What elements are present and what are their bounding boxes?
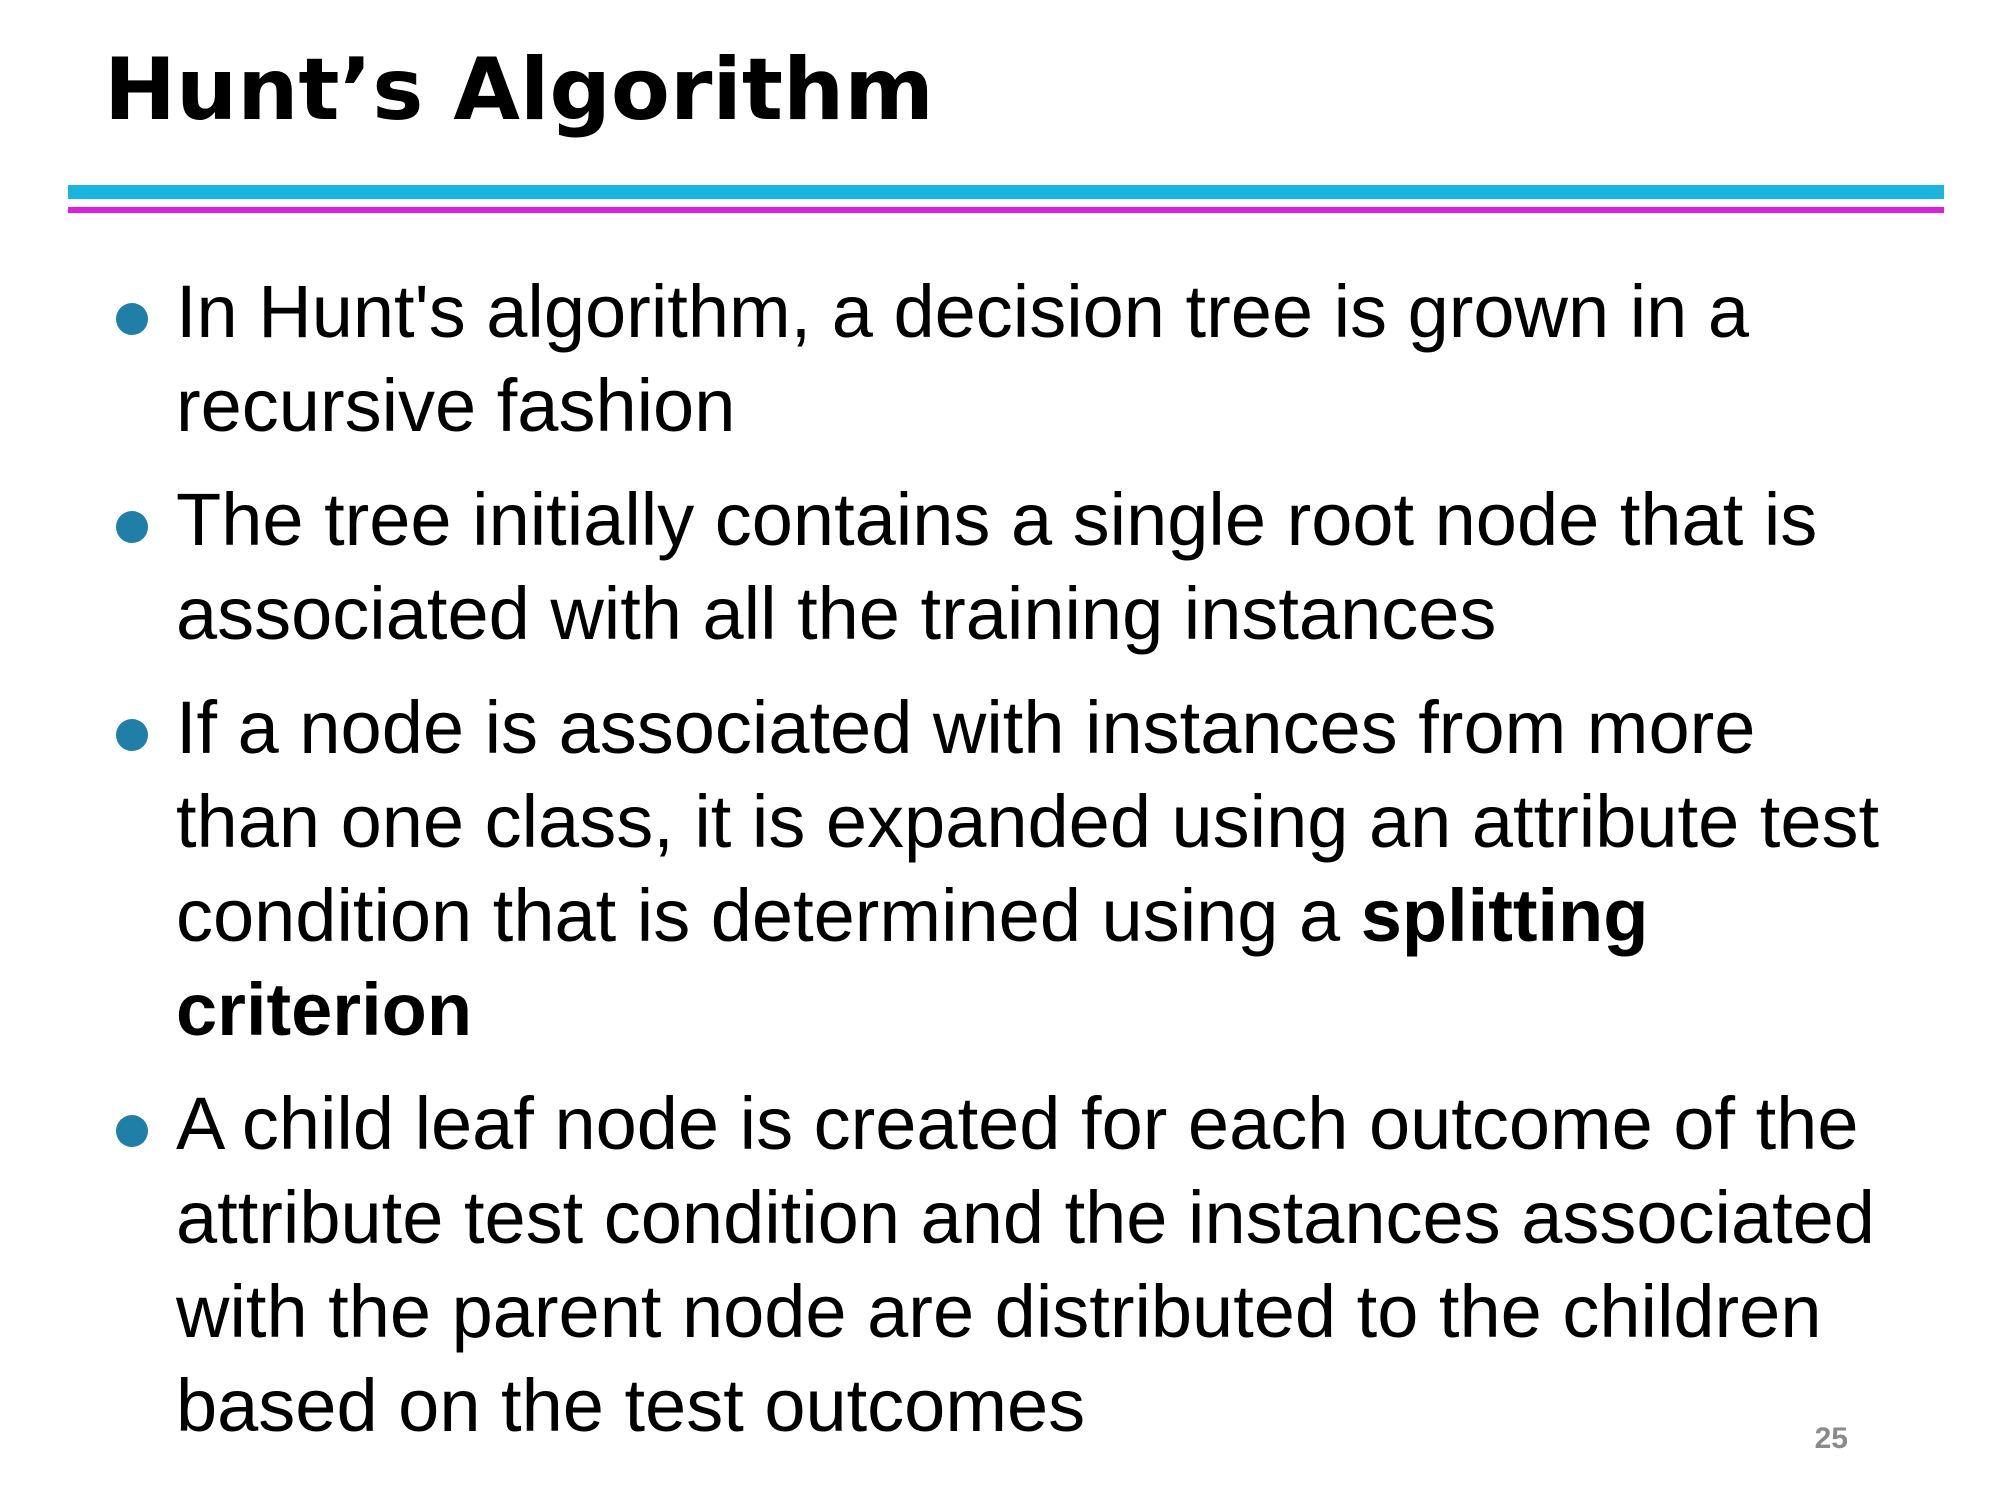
bullet-text: The tree initially contains a single roo… [176, 478, 1818, 655]
bullet-dot-icon [116, 303, 148, 335]
bullet-item: A child leaf node is created for each ou… [116, 1077, 1906, 1453]
page-number: 25 [1814, 1422, 1848, 1455]
title-divider-cyan [68, 185, 1944, 199]
bullet-list: In Hunt's algorithm, a decision tree is … [116, 265, 1906, 1473]
bullet-item: In Hunt's algorithm, a decision tree is … [116, 265, 1906, 453]
bullet-text: A child leaf node is created for each ou… [176, 1082, 1875, 1447]
bullet-text: In Hunt's algorithm, a decision tree is … [176, 270, 1750, 447]
bullet-dot-icon [116, 1115, 148, 1147]
bullet-item: The tree initially contains a single roo… [116, 473, 1906, 661]
bullet-dot-icon [116, 511, 148, 543]
title-divider-magenta [68, 207, 1944, 213]
bullet-item: If a node is associated with instances f… [116, 681, 1906, 1057]
slide-title: Hunt’s Algorithm [104, 40, 934, 140]
bullet-dot-icon [116, 719, 148, 751]
